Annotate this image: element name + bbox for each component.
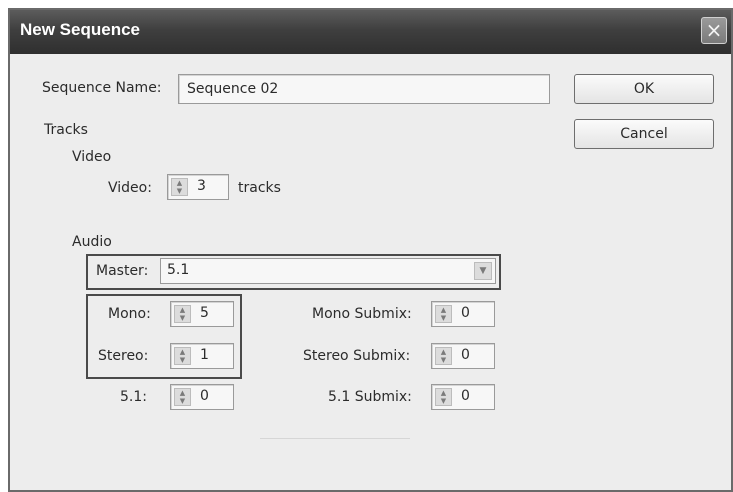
video-tracks-stepper[interactable]: ▲ ▼ 3 bbox=[167, 174, 229, 200]
master-select[interactable]: 5.1 ▼ bbox=[160, 258, 496, 284]
surround-stepper[interactable]: ▲ ▼ 0 bbox=[170, 384, 234, 410]
close-icon[interactable]: × bbox=[701, 17, 727, 44]
audio-heading: Audio bbox=[72, 234, 112, 250]
spinner-arrows-icon[interactable]: ▲ ▼ bbox=[174, 388, 191, 406]
surround-submix-label: 5.1 Submix: bbox=[328, 389, 412, 405]
chevron-down-icon[interactable]: ▼ bbox=[474, 262, 492, 280]
dialog-title: New Sequence bbox=[20, 20, 140, 39]
mono-submix-stepper[interactable]: ▲ ▼ 0 bbox=[431, 301, 495, 327]
new-sequence-dialog: New Sequence × Sequence Name: Sequence 0… bbox=[8, 8, 733, 492]
cancel-button[interactable]: Cancel bbox=[574, 119, 714, 149]
mono-submix-label: Mono Submix: bbox=[312, 306, 412, 322]
surround-submix-value: 0 bbox=[461, 388, 470, 404]
master-label: Master: bbox=[96, 263, 149, 279]
stereo-submix-label: Stereo Submix: bbox=[303, 348, 411, 364]
spinner-arrows-icon[interactable]: ▲ ▼ bbox=[435, 388, 452, 406]
spinner-arrows-icon[interactable]: ▲ ▼ bbox=[174, 347, 191, 365]
sequence-name-input[interactable]: Sequence 02 bbox=[178, 74, 550, 104]
stereo-value: 1 bbox=[200, 347, 209, 363]
spinner-arrows-icon[interactable]: ▲ ▼ bbox=[435, 347, 452, 365]
surround-submix-stepper[interactable]: ▲ ▼ 0 bbox=[431, 384, 495, 410]
stereo-stepper[interactable]: ▲ ▼ 1 bbox=[170, 343, 234, 369]
master-value: 5.1 bbox=[167, 262, 190, 278]
mono-submix-value: 0 bbox=[461, 305, 470, 321]
spinner-arrows-icon[interactable]: ▲ ▼ bbox=[171, 178, 188, 196]
tracks-heading: Tracks bbox=[44, 122, 88, 138]
sequence-name-label: Sequence Name: bbox=[42, 80, 162, 96]
surround-value: 0 bbox=[200, 388, 209, 404]
mono-label: Mono: bbox=[108, 306, 151, 322]
spinner-arrows-icon[interactable]: ▲ ▼ bbox=[435, 305, 452, 323]
mono-stepper[interactable]: ▲ ▼ 5 bbox=[170, 301, 234, 327]
video-tracks-label: Video: bbox=[108, 180, 152, 196]
surround-label: 5.1: bbox=[120, 389, 147, 405]
stereo-label: Stereo: bbox=[98, 348, 149, 364]
ok-button[interactable]: OK bbox=[574, 74, 714, 104]
video-heading: Video bbox=[72, 149, 112, 165]
video-tracks-unit: tracks bbox=[238, 180, 281, 196]
stereo-submix-value: 0 bbox=[461, 347, 470, 363]
mono-value: 5 bbox=[200, 305, 209, 321]
video-tracks-value: 3 bbox=[197, 178, 206, 194]
title-bar: New Sequence × bbox=[10, 10, 731, 54]
stereo-submix-stepper[interactable]: ▲ ▼ 0 bbox=[431, 343, 495, 369]
spinner-arrows-icon[interactable]: ▲ ▼ bbox=[174, 305, 191, 323]
divider bbox=[260, 438, 410, 439]
